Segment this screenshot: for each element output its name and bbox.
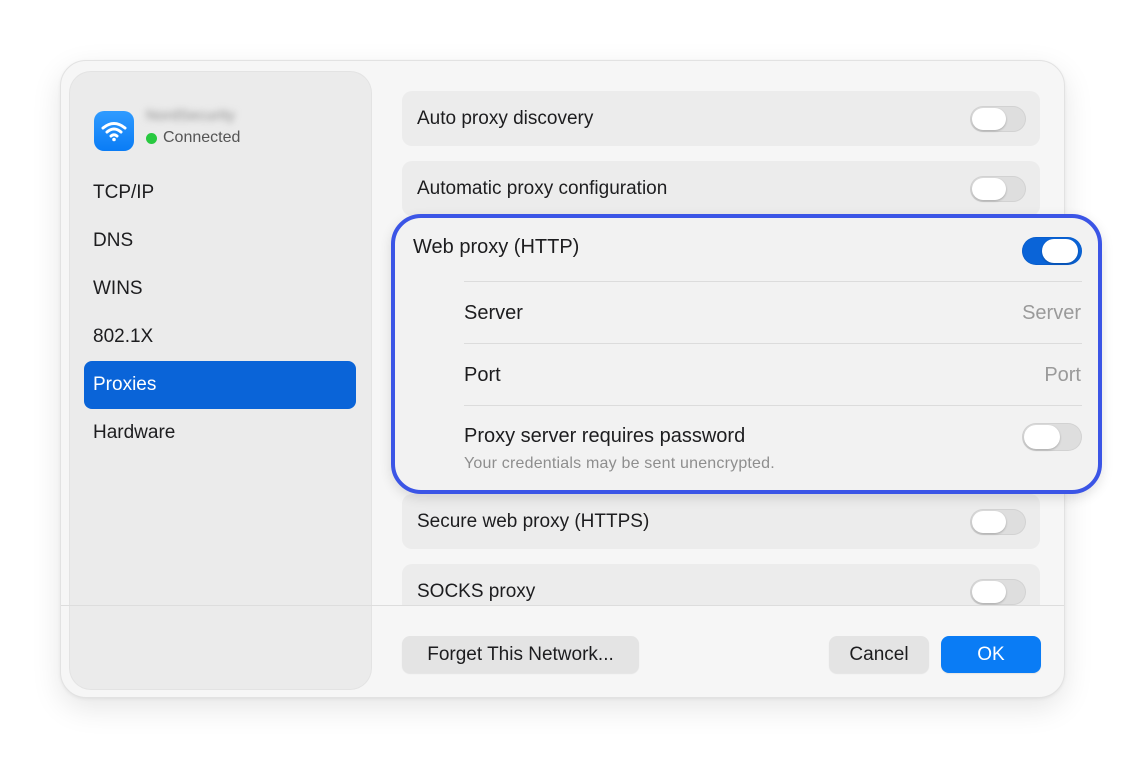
sidebar-item-proxies[interactable]: Proxies (84, 361, 356, 409)
network-header: NordSecurity Connected (94, 103, 354, 151)
web-proxy-panel: Web proxy (HTTP) Server Server Port Port… (391, 214, 1102, 494)
sidebar-item-wins[interactable]: WINS (84, 265, 356, 313)
port-input[interactable]: Port (1044, 364, 1081, 387)
port-label: Port (464, 364, 501, 386)
secure-web-proxy-row: Secure web proxy (HTTPS) (402, 494, 1040, 549)
automatic-proxy-configuration-label: Automatic proxy configuration (417, 178, 668, 199)
forget-network-button[interactable]: Forget This Network... (402, 636, 639, 673)
automatic-proxy-configuration-toggle[interactable] (970, 176, 1026, 202)
secure-web-proxy-toggle[interactable] (970, 509, 1026, 535)
ok-button[interactable]: OK (941, 636, 1041, 673)
network-status: Connected (146, 129, 240, 147)
network-status-text: Connected (163, 129, 241, 146)
auto-proxy-discovery-toggle[interactable] (970, 106, 1026, 132)
secure-web-proxy-label: Secure web proxy (HTTPS) (417, 511, 650, 532)
automatic-proxy-configuration-row: Automatic proxy configuration (402, 161, 1040, 216)
server-input[interactable]: Server (1022, 302, 1081, 325)
password-required-label: Proxy server requires password (464, 425, 746, 447)
socks-proxy-row: SOCKS proxy (402, 564, 1040, 606)
auto-proxy-discovery-label: Auto proxy discovery (417, 108, 594, 129)
socks-proxy-label: SOCKS proxy (417, 581, 536, 602)
server-label: Server (464, 302, 523, 324)
footer-divider (61, 605, 1064, 606)
web-proxy-divider (464, 281, 1082, 282)
sidebar: NordSecurity Connected TCP/IP DNS WINS 8… (69, 71, 372, 690)
server-divider (464, 343, 1082, 344)
network-name: NordSecurity (146, 107, 236, 124)
sidebar-item-dns[interactable]: DNS (84, 217, 356, 265)
password-required-toggle[interactable] (1022, 423, 1082, 451)
sidebar-item-tcp-ip[interactable]: TCP/IP (84, 169, 356, 217)
web-proxy-label: Web proxy (HTTP) (413, 236, 580, 258)
port-divider (464, 405, 1082, 406)
connected-status-dot (146, 132, 157, 144)
web-proxy-toggle[interactable] (1022, 237, 1082, 265)
cancel-button[interactable]: Cancel (829, 636, 929, 673)
sidebar-item-hardware[interactable]: Hardware (84, 409, 356, 457)
sidebar-item-8021x[interactable]: 802.1X (84, 313, 356, 361)
wifi-icon (94, 111, 134, 151)
password-warning-text: Your credentials may be sent unencrypted… (464, 455, 775, 472)
socks-proxy-toggle[interactable] (970, 579, 1026, 605)
auto-proxy-discovery-row: Auto proxy discovery (402, 91, 1040, 146)
sidebar-nav: TCP/IP DNS WINS 802.1X Proxies Hardware (84, 169, 356, 457)
